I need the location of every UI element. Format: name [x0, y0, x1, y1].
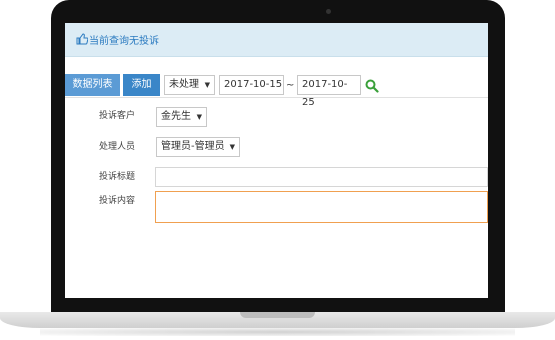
laptop-notch: [240, 312, 315, 318]
camera-dot: [326, 9, 331, 14]
chevron-down-icon: ▼: [204, 81, 210, 89]
content-label: 投诉内容: [99, 196, 136, 206]
toolbar: 数据列表 添加 未处理 ▼ 2017-10-15 ~ 2017-10-25: [65, 72, 488, 108]
title-input[interactable]: [155, 167, 488, 187]
handler-select[interactable]: 管理员-管理员 ▼: [156, 137, 240, 157]
customer-select-value: 金先生: [161, 111, 191, 122]
data-list-tab[interactable]: 数据列表: [65, 74, 120, 96]
handler-label: 处理人员: [99, 142, 136, 152]
title-label: 投诉标题: [99, 172, 136, 182]
handler-select-value: 管理员-管理员: [161, 141, 225, 152]
search-icon[interactable]: [365, 78, 379, 93]
date-from-input[interactable]: 2017-10-15: [219, 75, 284, 95]
status-select-value: 未处理: [169, 79, 199, 90]
chevron-down-icon: ▼: [196, 113, 202, 121]
app-screen: 当前查询无投诉 数据列表 添加 未处理 ▼ 2017-10-15 ~ 2017-…: [65, 23, 488, 298]
add-button[interactable]: 添加: [123, 74, 160, 96]
chevron-down-icon: ▼: [229, 143, 235, 151]
customer-label: 投诉客户: [99, 111, 136, 121]
notice-text: 当前查询无投诉: [89, 36, 159, 47]
date-separator: ~: [286, 80, 295, 91]
notice-bar: 当前查询无投诉: [65, 23, 488, 57]
date-to-input[interactable]: 2017-10-25: [297, 75, 361, 108]
laptop-shadow: [40, 328, 515, 336]
thumbs-up-icon: [76, 33, 89, 45]
status-select[interactable]: 未处理 ▼: [164, 75, 215, 95]
content-textarea[interactable]: [155, 191, 488, 223]
customer-select[interactable]: 金先生 ▼: [156, 107, 207, 127]
